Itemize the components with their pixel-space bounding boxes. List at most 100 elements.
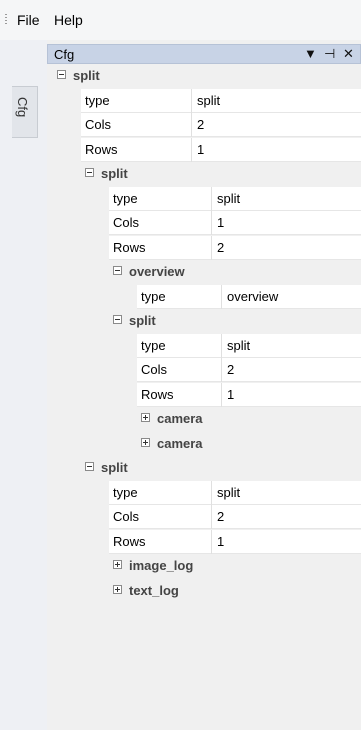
property-value[interactable]: 1 (227, 387, 234, 402)
property-row[interactable]: Rows 1 (47, 382, 361, 407)
column-divider[interactable] (211, 480, 212, 505)
property-row[interactable]: Rows 1 (47, 529, 361, 554)
collapse-icon[interactable] (85, 168, 94, 177)
property-value[interactable]: split (217, 485, 240, 500)
column-divider[interactable] (211, 505, 212, 529)
panel-title: Cfg (54, 47, 75, 62)
property-value[interactable]: overview (227, 289, 278, 304)
property-value[interactable]: 2 (227, 362, 234, 377)
property-value[interactable]: 2 (197, 117, 204, 132)
expand-icon[interactable] (113, 584, 122, 594)
row-indent-gutter (47, 480, 109, 505)
property-name: Cols (141, 362, 168, 377)
property-name: type (113, 484, 138, 500)
property-value[interactable]: split (227, 338, 250, 353)
property-value[interactable]: split (217, 191, 240, 206)
row-indent-gutter (47, 235, 109, 260)
tree-section-overview[interactable]: overview (47, 260, 361, 284)
tree-section-text_log[interactable]: text_log (47, 578, 361, 603)
section-label: split (129, 313, 156, 328)
property-row[interactable]: type overview (47, 284, 361, 309)
tree-section-image_log[interactable]: image_log (47, 554, 361, 578)
property-value[interactable]: 2 (217, 509, 224, 524)
row-indent-gutter (47, 211, 109, 235)
tree-section-split[interactable]: split (47, 456, 361, 480)
column-divider[interactable] (211, 529, 212, 554)
column-divider[interactable] (191, 88, 192, 113)
property-row[interactable]: type split (47, 480, 361, 505)
side-tab-cfg[interactable]: Cfg (12, 86, 38, 138)
property-row[interactable]: Cols 2 (47, 358, 361, 382)
column-divider[interactable] (221, 382, 222, 407)
collapse-icon[interactable] (113, 315, 122, 324)
expand-icon[interactable] (141, 437, 150, 447)
row-indent-gutter (47, 529, 109, 554)
close-icon[interactable]: ✕ (343, 47, 354, 61)
row-indent-gutter (47, 88, 81, 113)
property-row[interactable]: type split (47, 186, 361, 211)
collapse-icon[interactable] (85, 462, 94, 471)
property-row[interactable]: Cols 2 (47, 113, 361, 137)
property-name: Rows (141, 386, 174, 402)
column-divider[interactable] (211, 211, 212, 235)
column-divider[interactable] (221, 284, 222, 309)
property-value[interactable]: 1 (217, 215, 224, 230)
property-row[interactable]: type split (47, 333, 361, 358)
row-indent-gutter (47, 382, 137, 407)
tree-section-camera[interactable]: camera (47, 431, 361, 456)
cfg-panel: Cfg ▼ ⊣ ✕ split type split Cols 2 Rows 1 split t… (47, 40, 361, 730)
property-name: type (85, 92, 110, 108)
section-label: split (73, 68, 100, 83)
property-name: Rows (113, 533, 146, 549)
side-tab-label: Cfg (15, 97, 30, 118)
column-divider[interactable] (221, 333, 222, 358)
row-indent-gutter (47, 333, 137, 358)
column-divider[interactable] (191, 113, 192, 137)
property-name: Cols (113, 509, 140, 524)
menu-help[interactable]: Help (54, 12, 83, 28)
collapse-icon[interactable] (57, 70, 66, 79)
section-label: split (101, 460, 128, 475)
property-value[interactable]: split (197, 93, 220, 108)
pin-icon[interactable]: ⊣ (324, 47, 335, 61)
expand-icon[interactable] (113, 560, 122, 569)
row-indent-gutter (47, 505, 109, 529)
row-indent-gutter (47, 358, 137, 382)
left-dock-strip: Cfg (0, 40, 47, 730)
section-label: image_log (129, 558, 194, 573)
property-row[interactable]: Rows 2 (47, 235, 361, 260)
property-name: Rows (85, 141, 118, 157)
tree-section-split[interactable]: split (47, 309, 361, 333)
section-label: camera (157, 435, 203, 451)
property-row[interactable]: Rows 1 (47, 137, 361, 162)
property-name: Rows (113, 239, 146, 255)
property-row[interactable]: Cols 1 (47, 211, 361, 235)
property-name: type (113, 190, 138, 206)
tree-section-split[interactable]: split (47, 64, 361, 88)
column-divider[interactable] (221, 358, 222, 382)
row-indent-gutter (47, 113, 81, 137)
section-label: overview (129, 264, 185, 279)
collapse-icon[interactable] (113, 266, 122, 275)
property-row[interactable]: Cols 2 (47, 505, 361, 529)
property-value[interactable]: 1 (217, 534, 224, 549)
column-divider[interactable] (211, 235, 212, 260)
tree-section-split[interactable]: split (47, 162, 361, 186)
property-value[interactable]: 2 (217, 240, 224, 255)
menu-bar: File Help (0, 0, 361, 40)
dropdown-icon[interactable]: ▼ (304, 47, 317, 61)
property-name: type (141, 288, 166, 304)
menu-file[interactable]: File (17, 12, 40, 28)
property-value[interactable]: 1 (197, 142, 204, 157)
tree-section-camera[interactable]: camera (47, 407, 361, 431)
column-divider[interactable] (191, 137, 192, 162)
row-indent-gutter (47, 137, 81, 162)
row-indent-gutter (47, 284, 137, 309)
expand-icon[interactable] (141, 413, 150, 422)
menu-grip-icon (5, 14, 7, 26)
column-divider[interactable] (211, 186, 212, 211)
section-label: split (101, 166, 128, 181)
property-row[interactable]: type split (47, 88, 361, 113)
panel-header: Cfg ▼ ⊣ ✕ (47, 44, 361, 64)
property-name: Cols (85, 117, 112, 132)
